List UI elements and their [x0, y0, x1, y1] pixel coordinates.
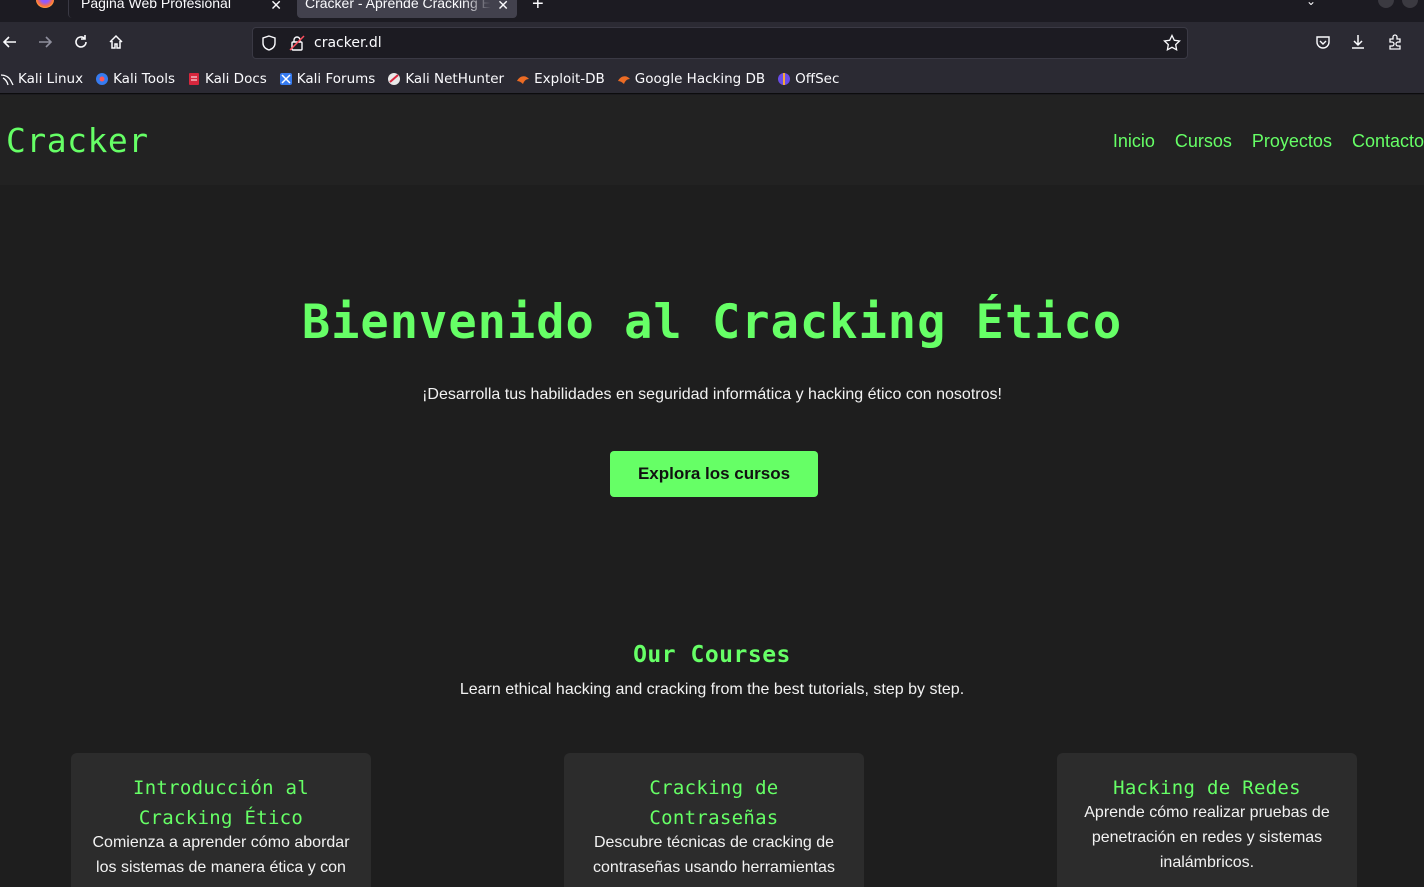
bookmark-label: Google Hacking DB [634, 70, 766, 87]
course-card[interactable]: Hacking de Redes Aprende cómo realizar p… [1057, 753, 1357, 887]
forward-arrow-icon[interactable] [35, 32, 55, 52]
browser-toolbar: cracker.dl [0, 22, 1424, 64]
explore-courses-button[interactable]: Explora los cursos [610, 451, 818, 497]
offsec-icon [777, 72, 791, 86]
hero-title: Bienvenido al Cracking Ético [301, 295, 1123, 350]
course-card[interactable]: Cracking de Contraseñas Descubre técnica… [564, 753, 864, 887]
bookmark-label: OffSec [795, 70, 840, 87]
exploit-db-icon [516, 72, 530, 86]
hero-subtitle: ¡Desarrolla tus habilidades en seguridad… [422, 386, 1002, 403]
site-header: Cracker Inicio Cursos Proyectos Contacto [0, 95, 1424, 185]
courses-subtitle: Learn ethical hacking and cracking from … [459, 681, 965, 698]
bookmark-kali-linux[interactable]: Kali Linux [0, 71, 83, 87]
reload-icon[interactable] [71, 32, 91, 52]
course-card[interactable]: Introducción al Cracking Ético Comienza … [71, 753, 371, 887]
kali-dragon-icon [0, 72, 14, 86]
bookmark-label: Kali Docs [205, 70, 267, 87]
nav-link-contacto[interactable]: Contacto [1352, 131, 1424, 152]
minimize-icon[interactable] [1378, 0, 1394, 8]
course-card-text: Descubre técnicas de cracking de contras… [593, 834, 835, 876]
bookmark-label: Kali Forums [296, 70, 376, 87]
course-card-title: Introducción al Cracking Ético [132, 777, 310, 829]
site-logo[interactable]: Cracker [6, 121, 149, 160]
tab-title: Cracker - Aprende Cracking Ético [305, 0, 491, 11]
course-card-title: Hacking de Redes [1113, 777, 1301, 799]
bookmark-exploit-db[interactable]: Exploit-DB [516, 71, 605, 87]
new-tab-icon[interactable]: + [532, 0, 544, 14]
insecure-lock-icon[interactable] [289, 35, 305, 56]
nav-link-proyectos[interactable]: Proyectos [1252, 131, 1332, 152]
pocket-icon[interactable] [1313, 32, 1333, 52]
bookmark-kali-forums[interactable]: Kali Forums [279, 70, 376, 87]
tab-cracker[interactable]: Cracker - Aprende Cracking Ético ✕ [297, 0, 517, 18]
site-nav: Inicio Cursos Proyectos Contacto [1093, 131, 1424, 152]
tab-pagina-web[interactable]: Página Web Profesional ✕ [68, 0, 290, 18]
bookmark-google-hacking-db[interactable]: Google Hacking DB [617, 71, 765, 87]
shield-icon[interactable] [261, 35, 277, 56]
bookmark-kali-nethunter[interactable]: Kali NetHunter [387, 71, 504, 87]
home-icon[interactable] [106, 32, 126, 52]
tab-strip: Página Web Profesional ✕ Cracker - Apren… [0, 0, 1424, 22]
bookmark-star-icon[interactable] [1163, 33, 1181, 57]
page-content: Cracker Inicio Cursos Proyectos Contacto… [0, 95, 1424, 887]
bookmarks-toolbar: Kali Linux Kali Tools Kali Docs Kali For… [0, 64, 1424, 94]
extensions-icon[interactable] [1385, 32, 1405, 52]
kali-tools-icon [95, 72, 109, 86]
close-icon[interactable]: ✕ [497, 0, 509, 12]
course-card-text: Aprende cómo realizar pruebas de penetra… [1084, 804, 1330, 871]
bookmark-kali-tools[interactable]: Kali Tools [95, 71, 175, 87]
kali-docs-icon [187, 72, 201, 86]
courses-title: Our Courses [633, 642, 791, 668]
back-arrow-icon[interactable] [0, 32, 20, 52]
bookmark-label: Kali NetHunter [405, 70, 505, 87]
nav-link-cursos[interactable]: Cursos [1175, 131, 1232, 152]
kali-nethunter-icon [387, 72, 401, 86]
kali-forums-icon [279, 72, 293, 86]
ghdb-icon [617, 72, 631, 86]
bookmark-kali-docs[interactable]: Kali Docs [187, 71, 267, 87]
chevron-down-icon[interactable]: ⌄ [1306, 0, 1316, 8]
bookmark-label: Exploit-DB [534, 70, 605, 87]
bookmark-offsec[interactable]: OffSec [777, 71, 839, 87]
bookmark-label: Kali Linux [18, 70, 84, 87]
url-bar[interactable]: cracker.dl [252, 27, 1188, 59]
firefox-icon [36, 0, 54, 8]
course-card-text: Comienza a aprender cómo abordar los sis… [92, 834, 350, 876]
close-window-icon[interactable] [1402, 0, 1418, 8]
url-text[interactable]: cracker.dl [314, 35, 382, 51]
download-icon[interactable] [1348, 32, 1368, 52]
nav-link-inicio[interactable]: Inicio [1113, 131, 1155, 152]
close-icon[interactable]: ✕ [270, 0, 282, 12]
course-card-title: Cracking de Contraseñas [649, 777, 779, 829]
bookmark-label: Kali Tools [113, 70, 175, 87]
tab-title: Página Web Profesional [81, 0, 231, 11]
